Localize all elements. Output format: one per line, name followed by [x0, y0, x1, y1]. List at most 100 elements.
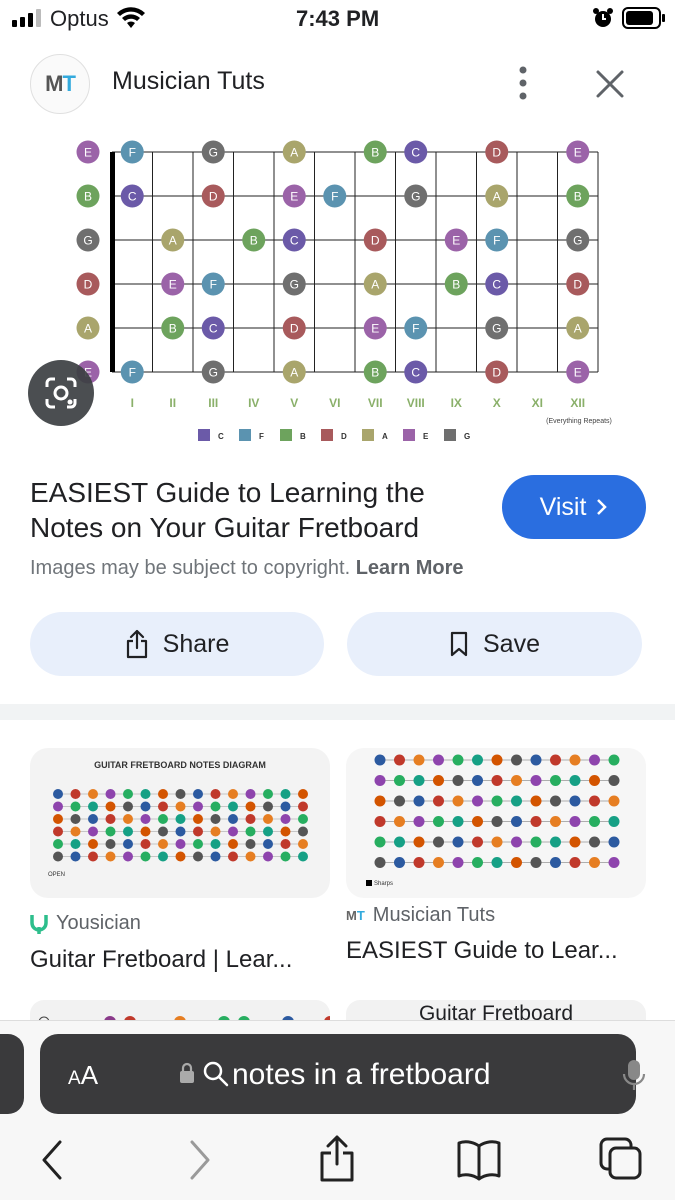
share-label: Share	[162, 629, 230, 658]
reader-settings-button[interactable]: AA	[68, 1060, 98, 1091]
mini-note-dot	[140, 801, 151, 812]
visit-button[interactable]: Visit	[502, 475, 646, 539]
mini-note-dot	[550, 836, 561, 848]
mini-note-dot	[280, 814, 291, 824]
legend-swatch	[280, 429, 292, 441]
mini-note-dot	[413, 816, 425, 827]
result-title[interactable]: EASIEST Guide to Learning the Notes on Y…	[30, 475, 490, 545]
note-label: C	[290, 234, 299, 248]
mini-note-dot	[589, 857, 600, 868]
mini-note-dot	[193, 814, 203, 824]
mini-note-dot	[228, 839, 238, 849]
source-yousician[interactable]: Yousician	[30, 912, 141, 935]
note-label: G	[290, 278, 299, 292]
note-label: A	[493, 190, 501, 204]
share-page-icon[interactable]	[318, 1134, 356, 1184]
mini-note-dot	[394, 795, 405, 807]
related-title-2[interactable]: EASIEST Guide to Lear...	[346, 937, 618, 965]
mini-note-dot	[589, 775, 600, 786]
mini-note-dot	[530, 775, 542, 786]
source-musiciantuts[interactable]: MT Musician Tuts	[346, 904, 495, 927]
site-logo[interactable]: MT	[30, 54, 90, 114]
mini-note-dot	[530, 795, 542, 807]
save-label: Save	[483, 629, 540, 658]
mini-note-dot	[298, 814, 308, 824]
mini-note-dot	[88, 839, 98, 849]
mini-note-dot	[550, 795, 561, 807]
share-icon	[126, 629, 147, 659]
mini-note-dot	[472, 795, 483, 807]
mini-note-dot	[491, 816, 503, 827]
mini-note-dot	[263, 826, 273, 837]
legend-swatch	[444, 429, 456, 441]
mini-note-dot	[608, 816, 620, 827]
share-button[interactable]: Share	[30, 612, 324, 676]
fret-numeral: II	[169, 396, 176, 410]
address-bar[interactable]: AA notes in a fretboard	[40, 1034, 646, 1114]
mini-note-dot	[452, 816, 464, 827]
fretboard-diagram-image[interactable]: E F G A B C D E B C D E F G A B G A B C D E F G D E F G A B C D A B C D E F G A…	[60, 133, 620, 448]
mini-note-dot	[394, 775, 405, 786]
bookmarks-icon[interactable]	[456, 1138, 502, 1182]
mini-note-dot	[511, 816, 522, 827]
note-label: A	[371, 278, 379, 292]
note-label: B	[84, 190, 92, 204]
mini-note-dot	[569, 775, 581, 786]
more-vert-icon[interactable]	[508, 64, 538, 102]
mini-note-dot	[298, 801, 308, 812]
mini-note-dot	[298, 789, 308, 799]
related-image-yousician[interactable]: GUITAR FRETBOARD NOTES DIAGRAM OPEN	[30, 748, 330, 898]
legend-swatch	[403, 429, 415, 441]
note-label: D	[84, 278, 93, 292]
note-label: A	[169, 234, 177, 248]
lens-search-button[interactable]	[28, 360, 94, 426]
mini-note-dot	[53, 839, 63, 849]
mini-note-dot	[70, 801, 81, 812]
learn-more-link[interactable]: Learn More	[356, 557, 464, 579]
tabs-icon[interactable]	[598, 1136, 644, 1182]
related-image-musiciantuts[interactable]: Sharps	[346, 748, 646, 898]
mini-note-dot	[569, 836, 581, 848]
mini-note-dot	[394, 754, 405, 766]
microphone-icon[interactable]	[622, 1058, 646, 1092]
mini-open-label: OPEN	[48, 872, 65, 878]
related-title-1[interactable]: Guitar Fretboard | Lear...	[30, 946, 292, 974]
close-icon[interactable]	[592, 66, 628, 102]
site-name[interactable]: Musician Tuts	[112, 67, 265, 96]
note-label: D	[209, 190, 218, 204]
mini-note-dot	[123, 851, 133, 862]
save-button[interactable]: Save	[347, 612, 642, 676]
carrier-label: Optus	[50, 6, 109, 31]
fret-numeral: VI	[329, 396, 340, 410]
mini-note-dot	[472, 775, 483, 786]
mini-note-dot	[452, 857, 464, 868]
mini-note-dot	[394, 836, 405, 848]
note-label: E	[574, 146, 582, 160]
mini-note-dot	[433, 816, 444, 827]
mini-note-dot	[140, 814, 151, 824]
mini-note-dot	[175, 851, 186, 862]
mini-note-dot	[491, 775, 503, 786]
mini-note-dot	[374, 775, 386, 786]
fret-numeral: VIII	[407, 396, 425, 410]
mini-note-dot	[175, 839, 186, 849]
forward-icon[interactable]	[184, 1138, 214, 1182]
mini-note-dot	[550, 816, 561, 827]
mini-note-dot	[608, 775, 620, 786]
mini-note-dot	[70, 851, 81, 862]
mini-note-dot	[589, 836, 600, 848]
mini-note-dot	[175, 826, 186, 837]
status-bar: Optus 7:43 PM	[0, 0, 675, 40]
note-label: B	[452, 278, 460, 292]
note-label: A	[574, 322, 582, 336]
note-label: A	[290, 146, 298, 160]
mini-note-dot	[472, 754, 483, 766]
back-icon[interactable]	[38, 1138, 68, 1182]
aa-big: A	[80, 1060, 99, 1090]
previous-tab-peek[interactable]	[0, 1034, 24, 1114]
mini-note-dot	[210, 789, 221, 799]
mini-note-dot	[88, 814, 98, 824]
note-label: B	[371, 146, 379, 160]
note-label: G	[492, 322, 501, 336]
logo-letter-m: M	[45, 71, 63, 96]
